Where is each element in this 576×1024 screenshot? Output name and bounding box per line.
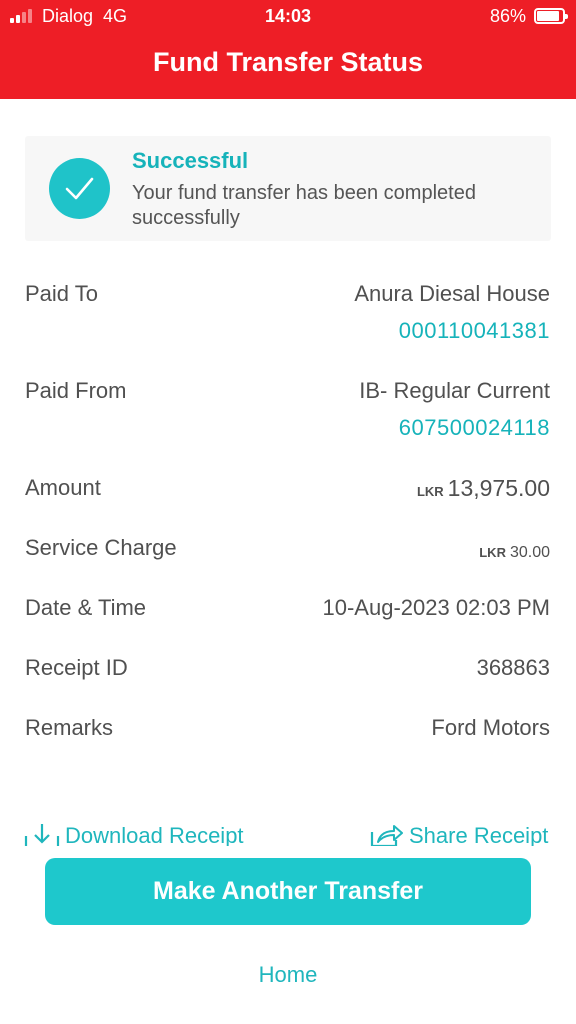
remarks-label: Remarks xyxy=(25,715,114,740)
date-time-label: Date & Time xyxy=(25,595,147,620)
download-receipt-button[interactable]: Download Receipt xyxy=(24,820,284,846)
share-icon xyxy=(370,825,403,846)
home-link[interactable]: Home xyxy=(0,962,576,988)
paid-from-label: Paid From xyxy=(25,378,127,403)
status-title: Successful xyxy=(132,148,249,173)
make-another-transfer-button[interactable]: Make Another Transfer xyxy=(45,858,531,925)
service-charge-value: 30.00 xyxy=(509,544,550,561)
paid-to-name: Anura Diesal House xyxy=(354,281,550,306)
service-charge-label: Service Charge xyxy=(25,535,177,560)
download-receipt-label: Download Receipt xyxy=(65,823,244,846)
paid-to-label: Paid To xyxy=(25,281,98,306)
app-header: Dialog 4G 14:03 86% Fund Transfer Status xyxy=(0,0,576,99)
service-charge-value-group: LKR 30.00 xyxy=(479,537,550,563)
battery-icon xyxy=(534,8,568,24)
status-card: Successful Your fund transfer has been c… xyxy=(25,136,551,241)
success-check-icon xyxy=(49,158,110,219)
amount-label: Amount xyxy=(25,475,101,500)
paid-from-account: 607500024118 xyxy=(398,415,550,440)
date-time-value: 10-Aug-2023 02:03 PM xyxy=(322,595,551,620)
amount-currency: LKR xyxy=(416,484,444,499)
page-title: Fund Transfer Status xyxy=(152,47,424,77)
amount-value-group: LKR 13,975.00 xyxy=(417,475,550,502)
receipt-id-value: 368863 xyxy=(476,655,550,680)
paid-to-account: 000110041381 xyxy=(398,318,550,343)
receipt-id-label: Receipt ID xyxy=(25,655,128,680)
remarks-value: Ford Motors xyxy=(431,715,550,740)
battery-percentage: 86% xyxy=(489,6,526,26)
share-receipt-label: Share Receipt xyxy=(409,823,549,846)
share-receipt-button[interactable]: Share Receipt xyxy=(370,820,565,846)
download-icon xyxy=(24,824,60,846)
status-bar: Dialog 4G 14:03 86% xyxy=(0,0,576,32)
status-message: Your fund transfer has been completed su… xyxy=(132,182,476,229)
amount-value: 13,975.00 xyxy=(447,475,550,501)
paid-from-name: IB- Regular Current xyxy=(359,378,550,403)
service-charge-currency: LKR xyxy=(479,545,506,560)
